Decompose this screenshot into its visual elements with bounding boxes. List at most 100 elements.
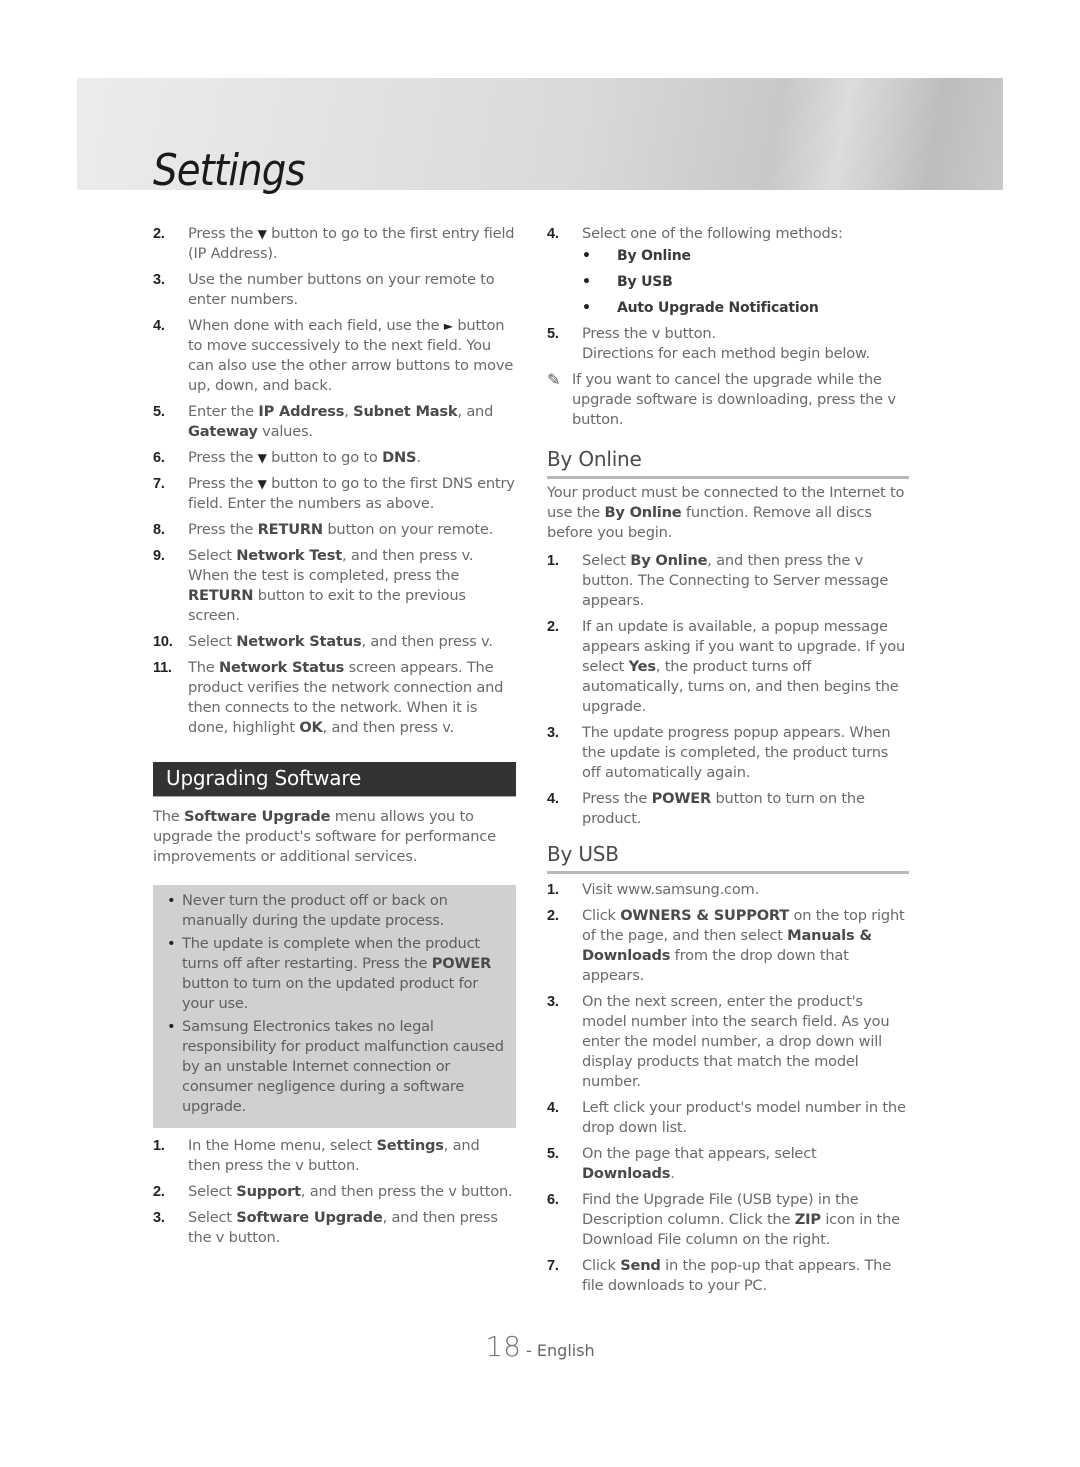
step-number: 2. <box>547 619 559 635</box>
ui-term: By Online <box>630 552 708 569</box>
network-steps-list: 2. Press the ▼ button to go to the first … <box>153 224 516 738</box>
text-run: Select <box>188 1183 237 1200</box>
step-number: 4. <box>547 226 559 242</box>
list-item: 7. Click Send in the pop-up that appears.… <box>547 1256 909 1296</box>
text-run: values. <box>257 423 313 440</box>
text-run: , and then press v. <box>322 719 455 736</box>
text-run: Never turn the product off or back on ma… <box>182 892 448 929</box>
step-text: On the next screen, enter the product's … <box>582 993 890 1090</box>
list-item: 5. Enter the IP Address, Subnet Mask, and… <box>153 402 516 442</box>
method-auto-upgrade-notification: Auto Upgrade Notification <box>582 298 909 318</box>
step-text: Use the number buttons on your remote to… <box>188 271 495 308</box>
step-text: Click OWNERS & SUPPORT on the top right … <box>582 907 905 984</box>
step-number: 1. <box>153 1138 165 1154</box>
ui-term: By Online <box>604 504 682 521</box>
step-text: If an update is available, a popup messa… <box>582 618 905 715</box>
step-number: 2. <box>153 1184 165 1200</box>
list-item: 10. Select Network Status, and then press… <box>153 632 516 652</box>
ui-term: Subnet Mask <box>353 403 458 420</box>
step-text: The update progress popup appears. When … <box>582 724 891 781</box>
subheading-by-usb: By USB <box>547 841 909 874</box>
ui-term: IP Address <box>258 403 345 420</box>
text-run: Left click your product's model number i… <box>582 1099 906 1136</box>
by-usb-steps-list: 1. Visit www.samsung.com. 2. Click OWNERS &… <box>547 880 909 1296</box>
step-number: 7. <box>153 476 165 492</box>
step-text: Left click your product's model number i… <box>582 1099 906 1136</box>
step-text: Press the v button. <box>582 325 716 342</box>
ui-term: Software Upgrade <box>183 808 331 825</box>
list-item: 8. Press the RETURN button on your remote… <box>153 520 516 540</box>
ui-term: RETURN <box>188 587 254 604</box>
caution-item: Never turn the product off or back on ma… <box>167 891 504 931</box>
ui-term: POWER <box>651 790 712 807</box>
down-arrow-icon: ▼ <box>257 227 267 241</box>
ui-term: Yes <box>628 658 656 675</box>
method-by-usb: By USB <box>582 272 909 292</box>
caution-note-box: Never turn the product off or back on ma… <box>153 885 516 1128</box>
text-run: Use the number buttons on your remote to… <box>188 271 495 308</box>
upgrade-steps-list: 1. In the Home menu, select Settings, and… <box>153 1136 516 1248</box>
text-run: Samsung Electronics takes no legal respo… <box>182 1018 504 1115</box>
memo-text: If you want to cancel the upgrade while … <box>572 371 896 428</box>
step-number: 5. <box>547 1146 559 1162</box>
ui-term: Gateway <box>188 423 258 440</box>
text-run: Click <box>582 907 621 924</box>
list-item: 6. Find the Upgrade File (USB type) in th… <box>547 1190 909 1250</box>
list-item: 2. If an update is available, a popup mes… <box>547 617 909 717</box>
method-options-list: By Online By USB Auto Upgrade Notificati… <box>582 246 909 318</box>
by-online-steps-list: 1. Select By Online, and then press the v… <box>547 551 909 829</box>
by-online-intro: Your product must be connected to the In… <box>547 483 909 543</box>
page-footer: 18 - English <box>0 1330 1080 1363</box>
list-item: 5. Press the v button. Directions for ea… <box>547 324 909 364</box>
ui-term: OK <box>299 719 323 736</box>
list-item: 11. The Network Status screen appears. Th… <box>153 658 516 738</box>
right-column: 4. Select one of the following methods: … <box>547 224 909 1302</box>
text-run: On the next screen, enter the product's … <box>582 993 890 1090</box>
text-run: The <box>188 659 219 676</box>
memo-note: ✎ If you want to cancel the upgrade whil… <box>547 370 909 430</box>
text-run: Enter the <box>188 403 259 420</box>
text-run: In the Home menu, select <box>188 1137 377 1154</box>
text-run: button to turn on the updated product fo… <box>182 975 479 1012</box>
list-item: 2. Press the ▼ button to go to the first … <box>153 224 516 264</box>
step-text: Select By Online, and then press the v b… <box>582 552 888 609</box>
page-number: 18 <box>485 1330 521 1363</box>
step-text: In the Home menu, select Settings, and t… <box>188 1137 480 1174</box>
page-language: English <box>536 1341 595 1360</box>
step-number: 10. <box>153 634 173 650</box>
section-title-upgrading-software: Upgrading Software <box>153 762 516 797</box>
left-column: 2. Press the ▼ button to go to the first … <box>153 224 516 1254</box>
page-title: Settings <box>153 145 306 196</box>
ui-term: Software Upgrade <box>236 1209 383 1226</box>
text-run: , and <box>457 403 494 420</box>
text-run: , and then press v. <box>361 633 493 650</box>
down-arrow-icon: ▼ <box>257 451 267 465</box>
step-text: Enter the IP Address, Subnet Mask, and G… <box>188 403 493 440</box>
step-number: 4. <box>547 1100 559 1116</box>
list-item: 4. Press the POWER button to turn on the … <box>547 789 909 829</box>
page-header-banner: Settings <box>77 78 1003 196</box>
ui-term: OWNERS & SUPPORT <box>620 907 790 924</box>
text-run: Select <box>188 1209 237 1226</box>
ui-term: Network Status <box>236 633 362 650</box>
list-item: 3. Use the number buttons on your remote … <box>153 270 516 310</box>
text-run: When done with each field, use the <box>188 317 444 334</box>
caution-item: Samsung Electronics takes no legal respo… <box>167 1017 504 1117</box>
step-number: 3. <box>547 725 559 741</box>
text-run: Select <box>188 633 237 650</box>
list-item: 1. Select By Online, and then press the v… <box>547 551 909 611</box>
text-run: Press the <box>582 790 652 807</box>
step-text: When done with each field, use the ► but… <box>188 317 513 394</box>
ui-term: Send <box>620 1257 661 1274</box>
step-number: 7. <box>547 1258 559 1274</box>
step-text: Click Send in the pop-up that appears. T… <box>582 1257 891 1294</box>
step-text: Press the ▼ button to go to DNS. <box>188 449 421 466</box>
ui-term: Network Test <box>236 547 343 564</box>
list-item: 5. On the page that appears, select Downl… <box>547 1144 909 1184</box>
text-run: . <box>670 1165 675 1182</box>
text-run: , and then press the v button. <box>300 1183 513 1200</box>
step-text: Press the POWER button to turn on the pr… <box>582 790 865 827</box>
text-run: Press the <box>188 225 258 242</box>
upgrade-intro: The Software Upgrade menu allows you to … <box>153 807 516 867</box>
method-steps-list: 4. Select one of the following methods: … <box>547 224 909 364</box>
